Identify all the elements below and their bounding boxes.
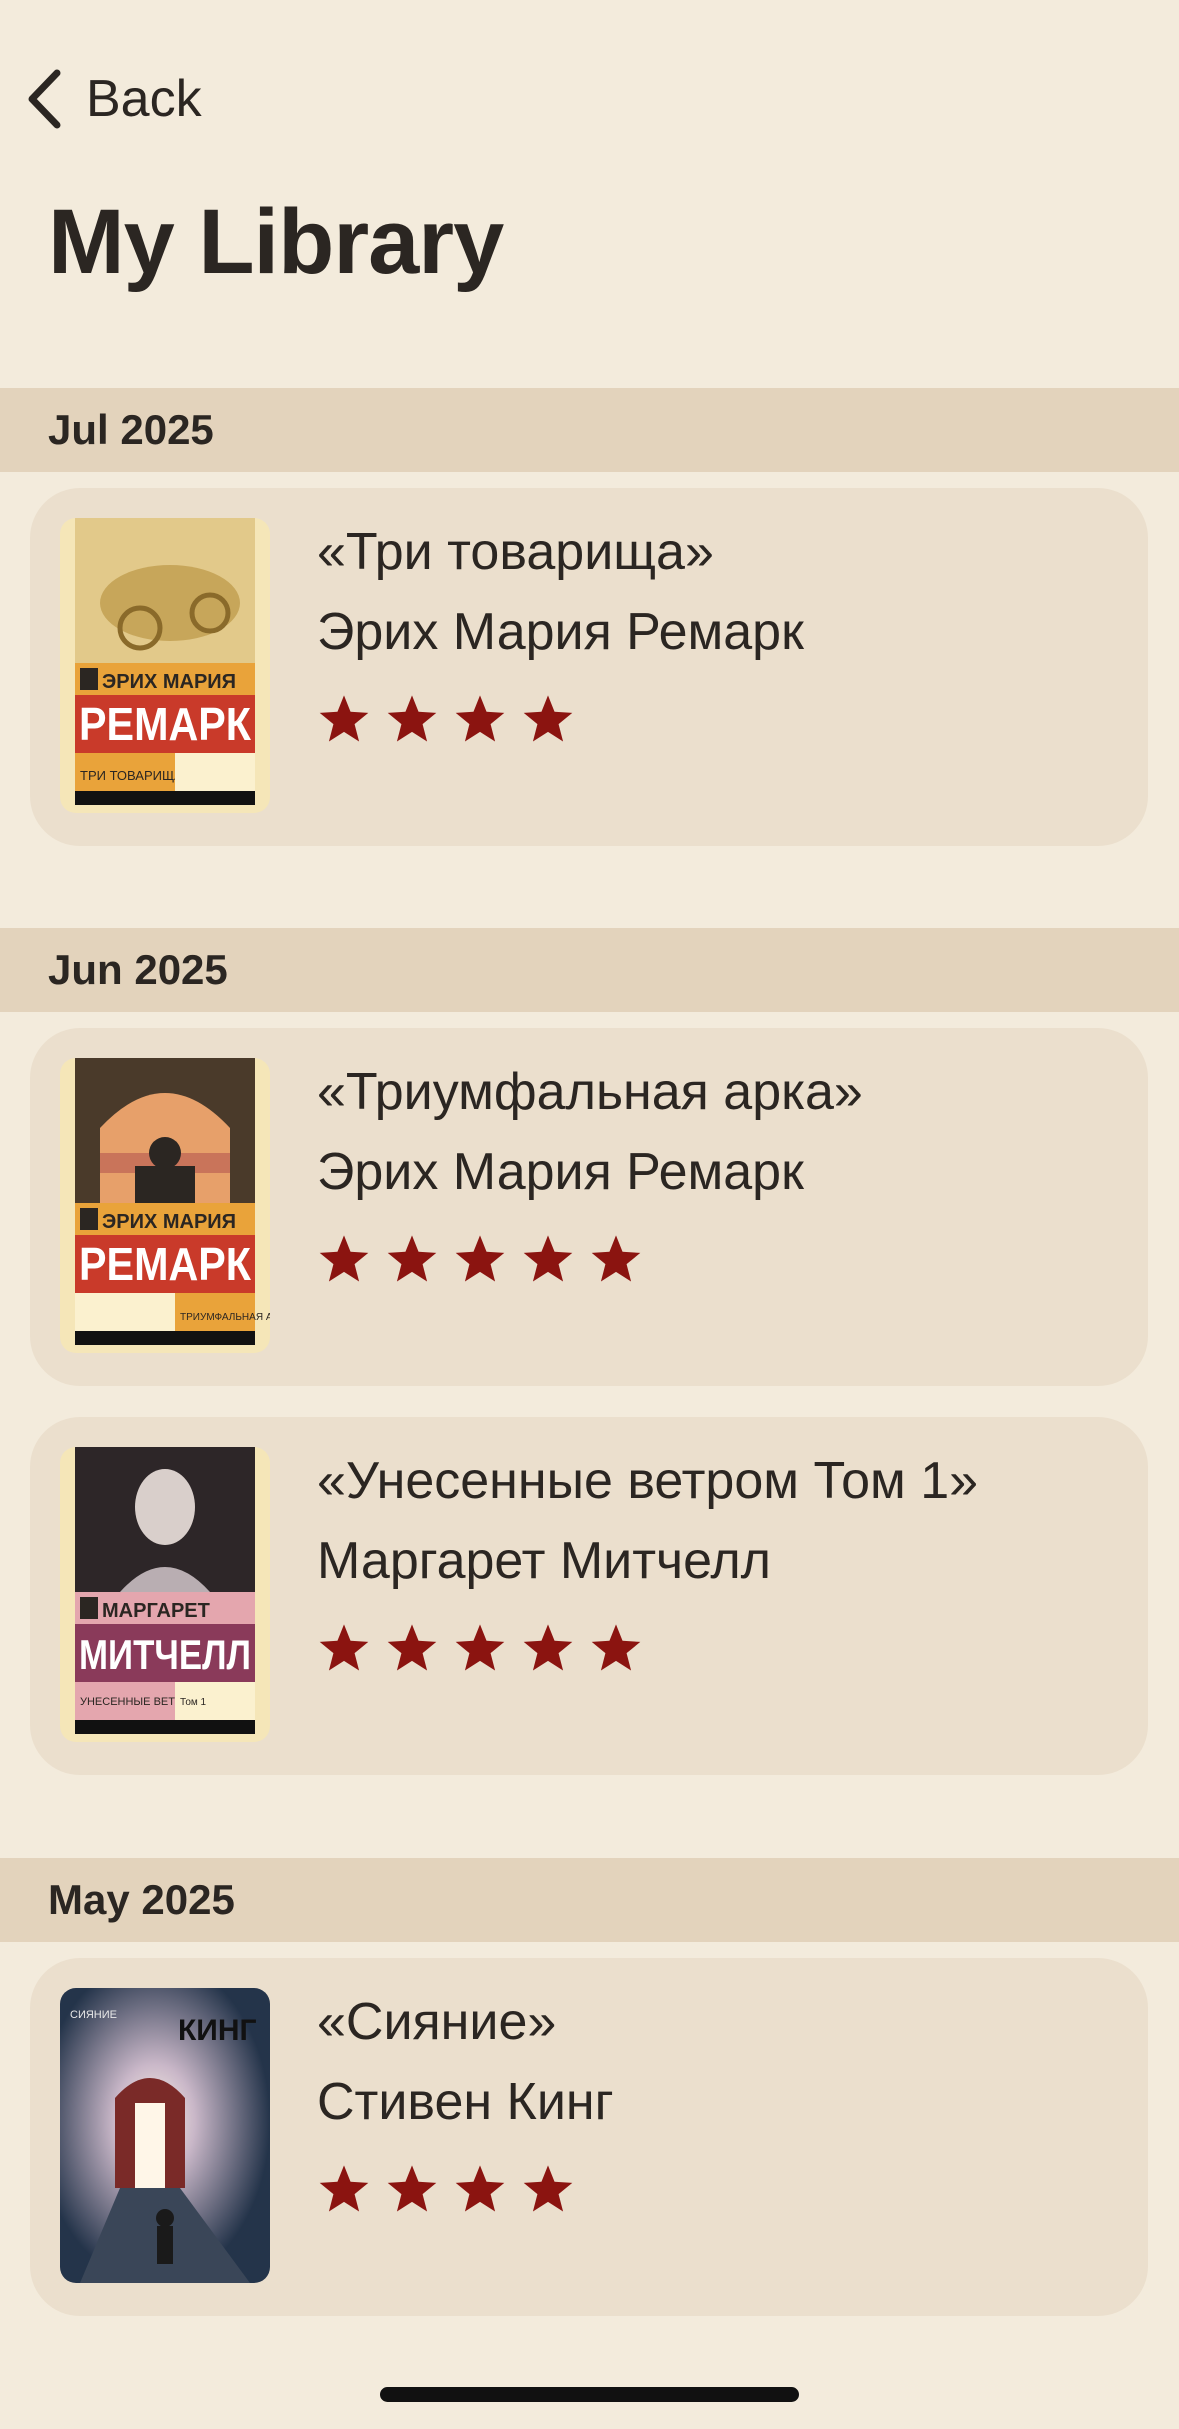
book-card-siyanie[interactable]: КИНГ СИЯНИЕ «Сияние» Стивен Кинг (30, 1958, 1148, 2316)
cover-author-big: РЕМАРК (79, 1238, 252, 1290)
home-indicator (380, 2387, 799, 2402)
book-title: «Триумфальная арка» (317, 1063, 863, 1121)
star-rating (317, 1233, 643, 1285)
star-icon (319, 1235, 369, 1282)
star-rating (317, 1622, 643, 1674)
star-rating (317, 2163, 575, 2215)
star-icon (523, 695, 573, 742)
star-icon (319, 695, 369, 742)
star-icon (523, 1235, 573, 1282)
cover-title: СИЯНИЕ (70, 2009, 117, 2021)
cover-author-big: МИТЧЕЛЛ (79, 1631, 251, 1678)
book-author: Эрих Мария Ремарк (317, 603, 804, 661)
book-title: «Сияние» (317, 1993, 557, 2051)
star-icon (319, 2165, 369, 2212)
star-icon (387, 695, 437, 742)
book-title: «Унесенные ветром Том 1» (317, 1452, 979, 1510)
book-cover-image: ЭРИХ МАРИЯ РЕМАРК ТРИУМФАЛЬНАЯ АРКА (60, 1058, 270, 1353)
cover-author-big: КИНГ (178, 2014, 257, 2047)
section-label: Jun 2025 (48, 946, 228, 993)
section-label: Jul 2025 (48, 406, 214, 453)
book-author: Маргарет Митчелл (317, 1532, 772, 1590)
chevron-left-icon (28, 69, 61, 129)
book-author: Стивен Кинг (317, 2073, 614, 2131)
book-author: Эрих Мария Ремарк (317, 1143, 804, 1201)
book-card-unesennye-vetrom[interactable]: МАРГАРЕТ МИТЧЕЛЛ УНЕСЕННЫЕ ВЕТРОМ Том 1 … (30, 1417, 1148, 1775)
book-card-tri-tovarishcha[interactable]: ЭРИХ МАРИЯ РЕМАРК ТРИ ТОВАРИЩА «Три това… (30, 488, 1148, 846)
cover-author-top: ЭРИХ МАРИЯ (102, 1211, 236, 1233)
star-icon (455, 2165, 505, 2212)
section-header-jul-2025: Jul 2025 (0, 388, 1179, 472)
star-rating (317, 693, 575, 745)
cover-title: ТРИ ТОВАРИЩА (80, 768, 183, 783)
book-card-triumfalnaya-arka[interactable]: ЭРИХ МАРИЯ РЕМАРК ТРИУМФАЛЬНАЯ АРКА «Три… (30, 1028, 1148, 1386)
star-icon (591, 1624, 641, 1671)
section-header-jun-2025: Jun 2025 (0, 928, 1179, 1012)
cover-title: ТРИУМФАЛЬНАЯ АРКА (180, 1312, 270, 1323)
book-cover-image: КИНГ СИЯНИЕ (60, 1988, 270, 2283)
star-icon (455, 1624, 505, 1671)
section-label: May 2025 (48, 1876, 235, 1923)
star-icon (455, 1235, 505, 1282)
star-icon (591, 1235, 641, 1282)
star-icon (387, 1624, 437, 1671)
cover-author-top: МАРГАРЕТ (102, 1600, 210, 1622)
cover-author-top: ЭРИХ МАРИЯ (102, 671, 236, 693)
back-button[interactable]: Back (24, 64, 202, 134)
star-icon (455, 695, 505, 742)
book-cover-image: ЭРИХ МАРИЯ РЕМАРК ТРИ ТОВАРИЩА (60, 518, 270, 813)
page-title: My Library (48, 191, 504, 293)
star-icon (387, 2165, 437, 2212)
star-icon (387, 1235, 437, 1282)
star-icon (319, 1624, 369, 1671)
section-header-may-2025: May 2025 (0, 1858, 1179, 1942)
cover-author-big: РЕМАРК (79, 698, 252, 750)
back-label: Back (86, 70, 202, 128)
cover-volume: Том 1 (180, 1697, 207, 1708)
book-cover-image: МАРГАРЕТ МИТЧЕЛЛ УНЕСЕННЫЕ ВЕТРОМ Том 1 (60, 1447, 270, 1742)
book-title: «Три товарища» (317, 523, 714, 581)
star-icon (523, 1624, 573, 1671)
star-icon (523, 2165, 573, 2212)
